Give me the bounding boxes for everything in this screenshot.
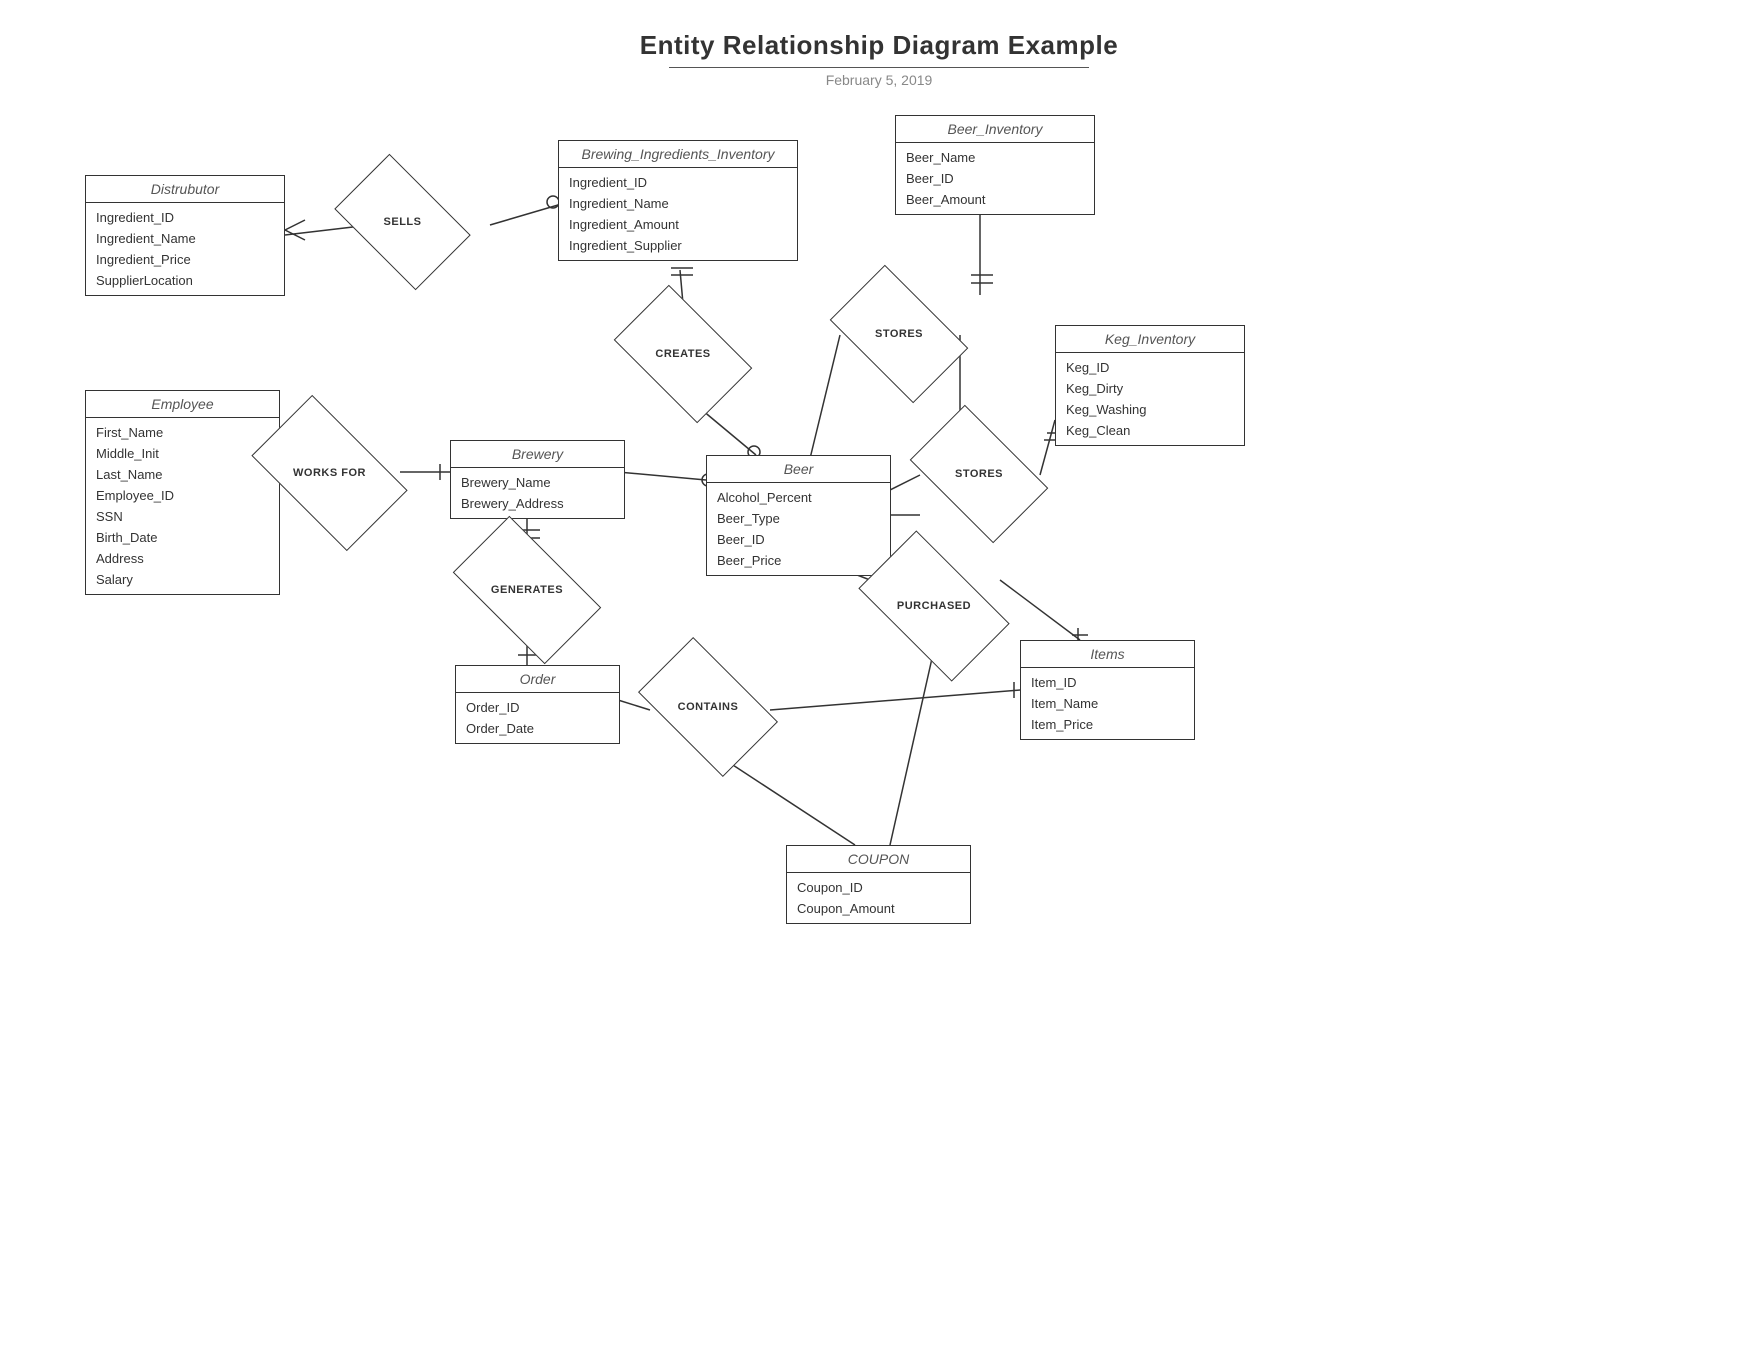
entity-items: Items Item_ID Item_Name Item_Price (1020, 640, 1195, 740)
entity-brewery-body: Brewery_Name Brewery_Address (451, 468, 624, 518)
entity-beer-inventory: Beer_Inventory Beer_Name Beer_ID Beer_Am… (895, 115, 1095, 215)
entity-items-body: Item_ID Item_Name Item_Price (1021, 668, 1194, 739)
diamond-generates: GENERATES (462, 550, 592, 630)
entity-coupon-header: COUPON (787, 846, 970, 873)
field-beer-price: Beer_Price (717, 550, 880, 571)
entity-beer: Beer Alcohol_Percent Beer_Type Beer_ID B… (706, 455, 891, 576)
diamond-contains-label: CONTAINS (678, 701, 739, 713)
entity-beer-header: Beer (707, 456, 890, 483)
entity-brewing-body: Ingredient_ID Ingredient_Name Ingredient… (559, 168, 797, 260)
diamond-purchased: PURCHASED (868, 565, 1000, 647)
field-bi-ingredient-id: Ingredient_ID (569, 172, 787, 193)
entity-coupon-body: Coupon_ID Coupon_Amount (787, 873, 970, 923)
field-ingredient-name: Ingredient_Name (96, 228, 274, 249)
entity-order: Order Order_ID Order_Date (455, 665, 620, 744)
field-brewery-name: Brewery_Name (461, 472, 614, 493)
diamond-creates-label: CREATES (655, 348, 710, 360)
entity-employee-header: Employee (86, 391, 279, 418)
diamond-generates-label: GENERATES (491, 584, 563, 596)
field-order-date: Order_Date (466, 718, 609, 739)
entity-coupon: COUPON Coupon_ID Coupon_Amount (786, 845, 971, 924)
diamond-sells-label: SELLS (384, 216, 422, 228)
field-item-id: Item_ID (1031, 672, 1184, 693)
field-middle-init: Middle_Init (96, 443, 269, 464)
entity-beer-inventory-header: Beer_Inventory (896, 116, 1094, 143)
entity-distributor: Distrubutor Ingredient_ID Ingredient_Nam… (85, 175, 285, 296)
field-bi-ingredient-name: Ingredient_Name (569, 193, 787, 214)
field-beer-name: Beer_Name (906, 147, 1084, 168)
diamond-stores1: STORES (840, 295, 958, 373)
field-coupon-amount: Coupon_Amount (797, 898, 960, 919)
field-item-price: Item_Price (1031, 714, 1184, 735)
field-beer-amount: Beer_Amount (906, 189, 1084, 210)
entity-brewing-ingredients: Brewing_Ingredients_Inventory Ingredient… (558, 140, 798, 261)
entity-order-body: Order_ID Order_Date (456, 693, 619, 743)
diamond-stores2: STORES (920, 435, 1038, 513)
diagram-container: Entity Relationship Diagram Example Febr… (0, 0, 1758, 1358)
field-employee-id: Employee_ID (96, 485, 269, 506)
field-beer-type: Beer_Type (717, 508, 880, 529)
field-ingredient-price: Ingredient_Price (96, 249, 274, 270)
field-bi-ingredient-supplier: Ingredient_Supplier (569, 235, 787, 256)
entity-keg-body: Keg_ID Keg_Dirty Keg_Washing Keg_Clean (1056, 353, 1244, 445)
entity-items-header: Items (1021, 641, 1194, 668)
field-first-name: First_Name (96, 422, 269, 443)
diamond-works-for-label: WORKS FOR (293, 467, 366, 479)
field-keg-dirty: Keg_Dirty (1066, 378, 1234, 399)
field-item-name: Item_Name (1031, 693, 1184, 714)
field-alcohol-percent: Alcohol_Percent (717, 487, 880, 508)
entity-brewery: Brewery Brewery_Name Brewery_Address (450, 440, 625, 519)
entity-order-header: Order (456, 666, 619, 693)
diagram-title: Entity Relationship Diagram Example (0, 30, 1758, 61)
diamond-works-for: WORKS FOR (262, 430, 397, 516)
diamond-sells: SELLS (345, 183, 460, 261)
title-underline (669, 67, 1089, 68)
field-beer-id-2: Beer_ID (717, 529, 880, 550)
field-ingredient-id: Ingredient_ID (96, 207, 274, 228)
entity-distributor-body: Ingredient_ID Ingredient_Name Ingredient… (86, 203, 284, 295)
entity-employee: Employee First_Name Middle_Init Last_Nam… (85, 390, 280, 595)
field-beer-id: Beer_ID (906, 168, 1084, 189)
diagram-date: February 5, 2019 (0, 72, 1758, 88)
diamond-creates: CREATES (624, 315, 742, 393)
entity-employee-body: First_Name Middle_Init Last_Name Employe… (86, 418, 279, 594)
field-order-id: Order_ID (466, 697, 609, 718)
field-keg-clean: Keg_Clean (1066, 420, 1234, 441)
field-ssn: SSN (96, 506, 269, 527)
field-birth-date: Birth_Date (96, 527, 269, 548)
entity-keg-header: Keg_Inventory (1056, 326, 1244, 353)
field-brewery-address: Brewery_Address (461, 493, 614, 514)
entity-beer-inventory-body: Beer_Name Beer_ID Beer_Amount (896, 143, 1094, 214)
entity-distributor-header: Distrubutor (86, 176, 284, 203)
field-last-name: Last_Name (96, 464, 269, 485)
diamond-purchased-label: PURCHASED (897, 600, 971, 612)
field-keg-id: Keg_ID (1066, 357, 1234, 378)
field-salary: Salary (96, 569, 269, 590)
entity-brewery-header: Brewery (451, 441, 624, 468)
field-bi-ingredient-amount: Ingredient_Amount (569, 214, 787, 235)
field-supplier-location: SupplierLocation (96, 270, 274, 291)
field-keg-washing: Keg_Washing (1066, 399, 1234, 420)
diamond-stores1-label: STORES (875, 328, 923, 340)
field-coupon-id: Coupon_ID (797, 877, 960, 898)
entity-beer-body: Alcohol_Percent Beer_Type Beer_ID Beer_P… (707, 483, 890, 575)
title-area: Entity Relationship Diagram Example Febr… (0, 0, 1758, 88)
entity-brewing-header: Brewing_Ingredients_Inventory (559, 141, 797, 168)
diamond-contains: CONTAINS (648, 668, 768, 746)
field-address: Address (96, 548, 269, 569)
diamond-stores2-label: STORES (955, 468, 1003, 480)
entity-keg-inventory: Keg_Inventory Keg_ID Keg_Dirty Keg_Washi… (1055, 325, 1245, 446)
